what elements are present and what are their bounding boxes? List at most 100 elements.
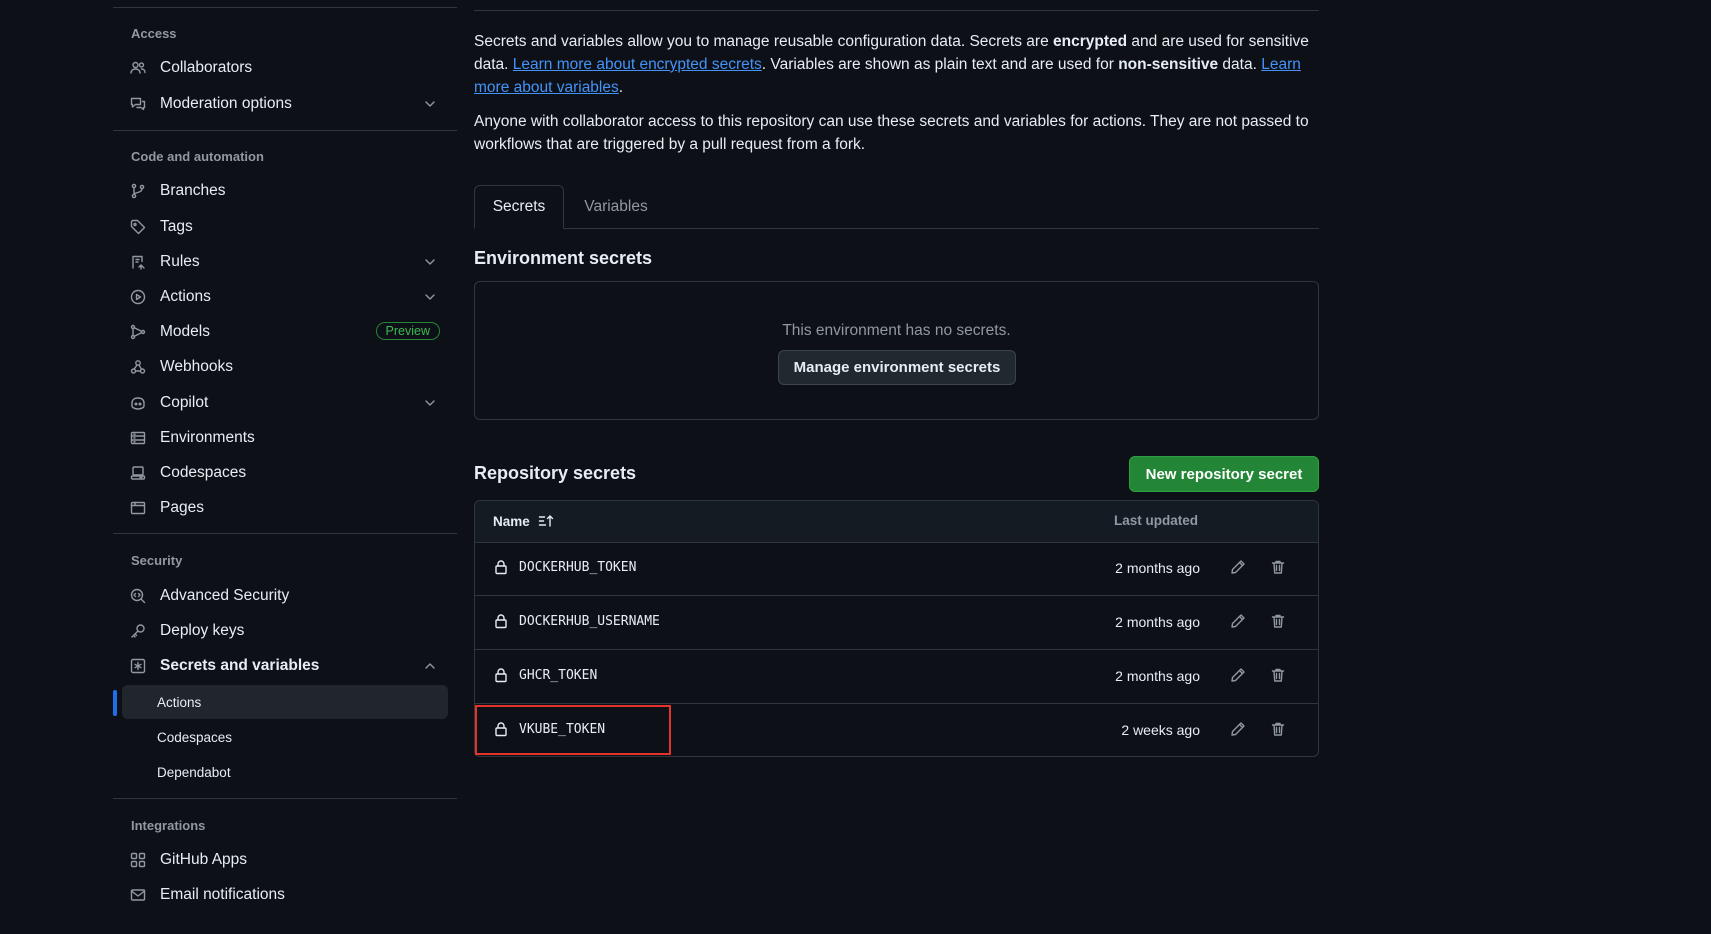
sidebar-item-moderation[interactable]: Moderation options: [122, 87, 448, 121]
sidebar-item-label: Rules: [160, 253, 200, 270]
highlight-box: [475, 705, 671, 755]
sidebar-subitem-dependabot[interactable]: Dependabot: [122, 755, 448, 789]
sidebar-item-webhooks[interactable]: Webhooks: [122, 350, 448, 384]
sidebar-item-label: Secrets and variables: [160, 657, 320, 674]
pencil-icon[interactable]: [1230, 559, 1246, 575]
sidebar-item-email-notifications[interactable]: Email notifications: [122, 878, 448, 912]
sidebar-divider: [113, 533, 457, 534]
name-column-label: Name: [493, 513, 530, 529]
sidebar-item-label: Tags: [160, 218, 193, 235]
sidebar-divider: [113, 130, 457, 131]
environment-secrets-box: This environment has no secrets. Manage …: [474, 281, 1319, 420]
pencil-icon[interactable]: [1230, 667, 1246, 683]
intro-text: data.: [1218, 56, 1262, 73]
sidebar-item-models[interactable]: Models Preview: [122, 315, 448, 349]
sidebar-item-label: Models: [160, 323, 210, 340]
sidebar-divider: [113, 7, 457, 8]
models-icon: [130, 324, 150, 340]
play-circle-icon: [130, 289, 150, 305]
sidebar-item-label: Codespaces: [160, 464, 247, 481]
sidebar-divider: [113, 798, 457, 799]
lock-icon: [493, 667, 509, 683]
git-branch-icon: [130, 183, 150, 199]
lock-icon: [493, 559, 509, 575]
sidebar-item-environments[interactable]: Environments: [122, 421, 448, 455]
asterisk-icon: [130, 658, 150, 674]
sidebar-item-codespaces[interactable]: Codespaces: [122, 456, 448, 490]
sidebar-item-secrets-variables[interactable]: Secrets and variables: [122, 649, 448, 683]
preview-badge: Preview: [375, 322, 440, 340]
tab-variables[interactable]: Variables: [570, 185, 662, 229]
comment-discussion-icon: [130, 96, 150, 112]
pencil-icon[interactable]: [1230, 613, 1246, 629]
sidebar-subitem-actions[interactable]: Actions: [122, 685, 448, 719]
sidebar-item-label: Moderation options: [160, 95, 292, 112]
key-icon: [130, 623, 150, 639]
chevron-up-icon: [422, 658, 438, 674]
manage-environment-secrets-button[interactable]: Manage environment secrets: [778, 350, 1016, 385]
codespaces-icon: [130, 465, 150, 481]
apps-icon: [130, 852, 150, 868]
intro-paragraph: Secrets and variables allow you to manag…: [474, 30, 1319, 99]
last-updated: 2 months ago: [1115, 614, 1200, 630]
sidebar-item-github-apps[interactable]: GitHub Apps: [122, 843, 448, 877]
sidebar-item-label: Branches: [160, 182, 226, 199]
sidebar-item-label: Environments: [160, 429, 255, 446]
new-repository-secret-button[interactable]: New repository secret: [1129, 456, 1319, 492]
codescan-icon: [130, 588, 150, 604]
sidebar-item-actions[interactable]: Actions: [122, 280, 448, 314]
sidebar-item-pages[interactable]: Pages: [122, 491, 448, 525]
encrypted-secrets-link[interactable]: Learn more about encrypted secrets: [513, 56, 762, 73]
trash-icon[interactable]: [1270, 667, 1286, 683]
empty-state-message: This environment has no secrets.: [782, 322, 1011, 339]
intro-bold-non-sensitive: non-sensitive: [1118, 56, 1219, 73]
sidebar-subitem-codespaces[interactable]: Codespaces: [122, 720, 448, 754]
pencil-icon[interactable]: [1230, 721, 1246, 737]
sidebar-item-branches[interactable]: Branches: [122, 174, 448, 208]
trash-icon[interactable]: [1270, 721, 1286, 737]
section-heading-access: Access: [131, 26, 177, 41]
server-icon: [130, 430, 150, 446]
name-column-header[interactable]: Name: [493, 513, 554, 529]
sidebar-item-label: Webhooks: [160, 358, 233, 375]
browser-icon: [130, 500, 150, 516]
sidebar-item-tags[interactable]: Tags: [122, 210, 448, 244]
table-row: DOCKERHUB_USERNAME 2 months ago: [475, 596, 1318, 650]
sidebar-item-collaborators[interactable]: Collaborators: [122, 51, 448, 85]
tag-icon: [130, 219, 150, 235]
trash-icon[interactable]: [1270, 559, 1286, 575]
rules-icon: [130, 254, 150, 270]
section-heading-security: Security: [131, 553, 183, 568]
sidebar-item-label: Actions: [160, 288, 211, 305]
section-heading-integrations: Integrations: [131, 818, 206, 833]
last-updated: 2 months ago: [1115, 560, 1200, 576]
sidebar-item-copilot[interactable]: Copilot: [122, 386, 448, 420]
webhook-icon: [130, 359, 150, 375]
active-indicator: [113, 690, 117, 716]
sidebar-item-label: Deploy keys: [160, 622, 245, 639]
last-updated: 2 weeks ago: [1121, 722, 1200, 738]
section-heading-code-automation: Code and automation: [131, 149, 264, 164]
sidebar-item-rules[interactable]: Rules: [122, 245, 448, 279]
sidebar-item-label: Copilot: [160, 394, 209, 411]
sidebar-item-advanced-security[interactable]: Advanced Security: [122, 579, 448, 613]
sort-ascending-icon[interactable]: [538, 513, 554, 529]
chevron-down-icon: [422, 395, 438, 411]
sidebar-item-label: Email notifications: [160, 886, 285, 903]
sidebar-item-label: GitHub Apps: [160, 851, 248, 868]
sidebar-item-deploy-keys[interactable]: Deploy keys: [122, 614, 448, 648]
copilot-icon: [130, 395, 150, 411]
table-row: DOCKERHUB_TOKEN 2 months ago: [475, 542, 1318, 596]
table-row: GHCR_TOKEN 2 months ago: [475, 650, 1318, 704]
secret-name: DOCKERHUB_USERNAME: [519, 614, 660, 629]
intro-text: Secrets and variables allow you to manag…: [474, 33, 1054, 50]
header-divider: [474, 10, 1319, 11]
people-icon: [130, 60, 150, 76]
intro-text: . Variables are shown as plain text and …: [761, 56, 1119, 73]
trash-icon[interactable]: [1270, 613, 1286, 629]
intro-bold-encrypted: encrypted: [1053, 33, 1128, 50]
tab-secrets[interactable]: Secrets: [474, 185, 564, 229]
chevron-down-icon: [422, 96, 438, 112]
intro-text: .: [618, 79, 624, 96]
sidebar-item-label: Advanced Security: [160, 587, 290, 604]
